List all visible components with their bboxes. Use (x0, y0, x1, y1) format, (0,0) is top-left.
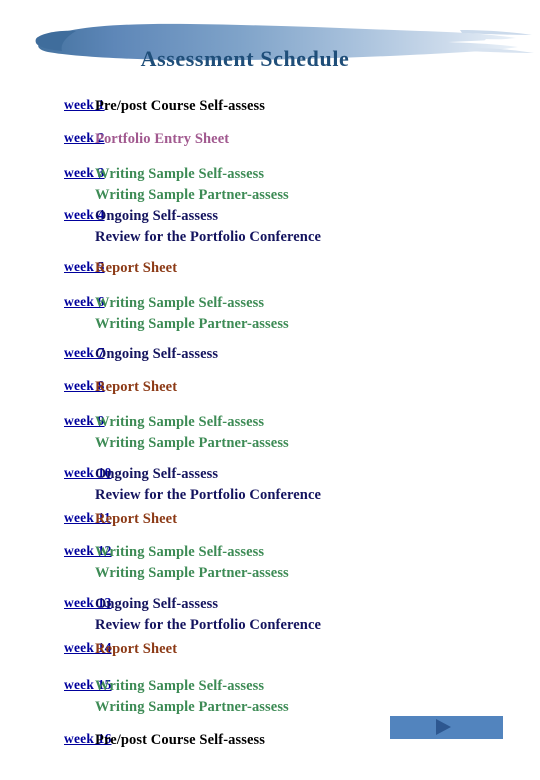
task-text: Report Sheet (95, 511, 178, 527)
task-cell: Ongoing Self-assess Review for the Portfo… (95, 206, 540, 248)
task-cell: Ongoing Self-assess (95, 344, 540, 365)
task-text: Pre/post Course Self-assess (95, 98, 265, 114)
week-cell: week 14 (0, 639, 111, 657)
task-cell: Writing Sample Self-assess Writing Sample… (95, 676, 540, 718)
next-slide-bar[interactable] (390, 716, 503, 739)
task-text: Writing Sample Partner-assess (95, 435, 289, 451)
schedule-row: week 14 Report Sheet (0, 639, 540, 660)
week-cell: week 15 (0, 676, 111, 694)
task-cell: Writing Sample Self-assess Writing Sample… (95, 293, 540, 335)
task-text: Review for the Portfolio Conference (95, 487, 322, 503)
page-title: Assessment Schedule (140, 46, 350, 71)
task-text: Report Sheet (95, 379, 178, 395)
week-cell: week 2 (0, 129, 104, 147)
task-text: Writing Sample Self-assess (95, 678, 265, 694)
schedule-row: week 4 Ongoing Self-assess Review for the … (0, 206, 540, 248)
week-cell: week 8 (0, 377, 104, 395)
task-text: Ongoing Self-assess (95, 208, 219, 224)
week-cell: week 13 (0, 594, 111, 612)
task-cell: Ongoing Self-assess Review for the Portfo… (95, 594, 540, 636)
task-cell: Report Sheet (95, 639, 540, 660)
task-cell: Writing Sample Self-assess Writing Sample… (95, 412, 540, 454)
schedule-row: week 1 Pre/post Course Self-assess (0, 96, 540, 117)
schedule-row: week 8 Report Sheet (0, 377, 540, 398)
task-text: Writing Sample Self-assess (95, 166, 265, 182)
task-text: Writing Sample Self-assess (95, 544, 265, 560)
week-cell: week 6 (0, 293, 104, 311)
week-cell: week 11 (0, 509, 111, 527)
schedule-row: week 6 Writing Sample Self-assess Writing … (0, 293, 540, 335)
task-cell: Writing Sample Self-assess Writing Sample… (95, 164, 540, 206)
task-text: Review for the Portfolio Conference (95, 229, 322, 245)
week-cell: week 10 (0, 464, 111, 482)
task-cell: Pre/post Course Self-assess (95, 96, 540, 117)
task-cell: Report Sheet (95, 377, 540, 398)
week-cell: week 3 (0, 164, 104, 182)
task-cell: Portfolio Entry Sheet (95, 129, 540, 150)
task-text: Report Sheet (95, 260, 178, 276)
schedule-row: week 15 Writing Sample Self-assess Writing… (0, 676, 540, 718)
task-text: Report Sheet (95, 641, 178, 657)
task-text: Writing Sample Self-assess (95, 414, 265, 430)
task-text: Ongoing Self-assess (95, 596, 219, 612)
schedule-row: week 11 Report Sheet (0, 509, 540, 530)
schedule-row: week 13 Ongoing Self-assess Review for the… (0, 594, 540, 636)
schedule-row: week 3 Writing Sample Self-assess Writing … (0, 164, 540, 206)
schedule-row: week 9 Writing Sample Self-assess Writing … (0, 412, 540, 454)
task-text: Ongoing Self-assess (95, 466, 219, 482)
task-text: Writing Sample Partner-assess (95, 699, 289, 715)
assessment-schedule-list: week 1 Pre/post Course Self-assess week 2P… (0, 96, 540, 751)
task-cell: Report Sheet (95, 509, 540, 530)
schedule-row: week 2 Portfolio Entry Sheet (0, 129, 540, 150)
week-cell: week 5 (0, 258, 104, 276)
schedule-row: week 5 Report Sheet (0, 258, 540, 279)
task-text: Writing Sample Partner-assess (95, 565, 289, 581)
schedule-row: week 12 Writing Sample Self-assess Writing… (0, 542, 540, 584)
task-text: Portfolio Entry Sheet (95, 131, 230, 147)
task-text: Writing Sample Partner-assess (95, 316, 289, 332)
task-text: Review for the Portfolio Conference (95, 617, 322, 633)
task-text: Ongoing Self-assess (95, 346, 219, 362)
play-triangle-right-icon[interactable] (436, 719, 451, 735)
week-cell: week 16 (0, 730, 111, 748)
task-cell: Ongoing Self-assess Review for the Portfo… (95, 464, 540, 506)
week-cell: week 12 (0, 542, 111, 560)
week-cell: week 9 (0, 412, 104, 430)
task-cell: Writing Sample Self-assess Writing Sample… (95, 542, 540, 584)
task-text: Writing Sample Self-assess (95, 295, 265, 311)
title-banner: Assessment Schedule (0, 18, 540, 71)
task-cell: Report Sheet (95, 258, 540, 279)
week-cell: week 7 (0, 344, 104, 362)
week-cell: week 4 (0, 206, 104, 224)
schedule-row: week 7 Ongoing Self-assess (0, 344, 540, 365)
schedule-row: week 10 Ongoing Self-assess Review for the… (0, 464, 540, 506)
week-cell: week 1 (0, 96, 104, 114)
task-text: Writing Sample Partner-assess (95, 187, 289, 203)
